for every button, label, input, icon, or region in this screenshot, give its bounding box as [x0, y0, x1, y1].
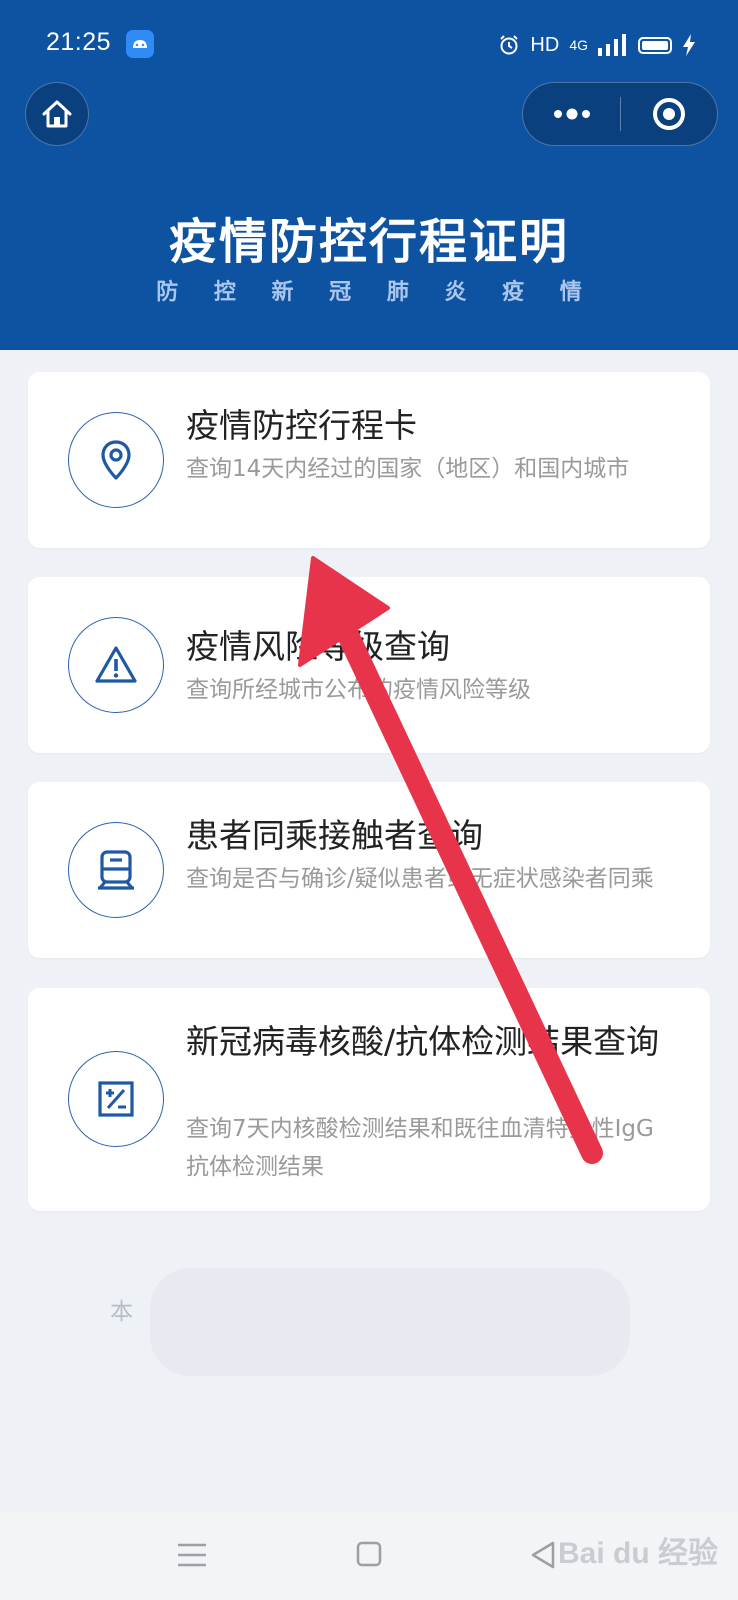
card-risk-level[interactable]: 疫情风险等级查询 查询所经城市公布的疫情风险等级: [28, 577, 710, 753]
card-nucleic-test[interactable]: 新冠病毒核酸/抗体检测结果查询 查询7天内核酸检测结果和既往血清特异性IgG抗体…: [28, 988, 710, 1211]
card-icon-wrap: [68, 617, 164, 713]
status-bar: 21:25 HD 4G: [0, 0, 738, 92]
card-co-passenger[interactable]: 患者同乘接触者查询 查询是否与确诊/疑似患者或无症状感染者同乘: [28, 782, 710, 958]
card-icon-wrap: [68, 412, 164, 508]
card-desc: 查询7天内核酸检测结果和既往血清特异性IgG抗体检测结果: [186, 1116, 654, 1180]
status-icons: HD 4G: [498, 30, 696, 60]
header-banner: 21:25 HD 4G 疫情防控行程证明 防 控 新 冠 肺 炎 疫 情: [0, 0, 738, 350]
card-desc: 查询所经城市公布的疫情风险等级: [186, 677, 531, 703]
card-travel-card[interactable]: 疫情防控行程卡 查询14天内经过的国家（地区）和国内城市: [28, 372, 710, 548]
miniprogram-capsule: [522, 82, 718, 146]
card-icon-wrap: [68, 1051, 164, 1147]
target-close-icon: [653, 98, 685, 130]
home-button[interactable]: [25, 82, 89, 146]
test-report-icon: [98, 1081, 134, 1117]
more-button[interactable]: [523, 83, 620, 145]
card-desc: 查询是否与确诊/疑似患者或无症状感染者同乘: [186, 866, 654, 892]
menu-icon[interactable]: [178, 1542, 206, 1568]
charging-icon: [683, 34, 695, 56]
battery-icon: [638, 36, 672, 54]
card-title: 新冠病毒核酸/抗体检测结果查询: [186, 1022, 660, 1061]
status-time: 21:25: [46, 28, 112, 56]
card-title: 患者同乘接触者查询: [186, 816, 483, 855]
banner-title: 疫情防控行程证明: [168, 214, 569, 270]
close-button[interactable]: [621, 83, 717, 145]
footer-blur-overlay: [150, 1268, 630, 1376]
signal-icon: [598, 34, 626, 56]
baidu-watermark: Bai du 经验: [558, 1537, 719, 1570]
location-pin-icon: [101, 440, 131, 480]
back-triangle-icon[interactable]: [530, 1541, 556, 1569]
more-dots-icon: [553, 108, 590, 120]
card-title: 疫情风险等级查询: [186, 627, 450, 666]
card-title: 疫情防控行程卡: [186, 406, 417, 445]
train-icon: [98, 850, 134, 890]
card-icon-wrap: [68, 822, 164, 918]
signal-label: 4G: [569, 37, 588, 53]
android-app-icon: [126, 30, 154, 58]
warning-icon: [95, 646, 137, 683]
alarm-icon: [500, 35, 519, 55]
home-icon: [42, 100, 72, 128]
card-desc: 查询14天内经过的国家（地区）和国内城市: [186, 456, 630, 482]
network-label: HD: [530, 33, 560, 56]
square-home-icon[interactable]: [356, 1541, 382, 1567]
banner-subtitle: 防 控 新 冠 肺 炎 疫 情: [156, 280, 596, 305]
